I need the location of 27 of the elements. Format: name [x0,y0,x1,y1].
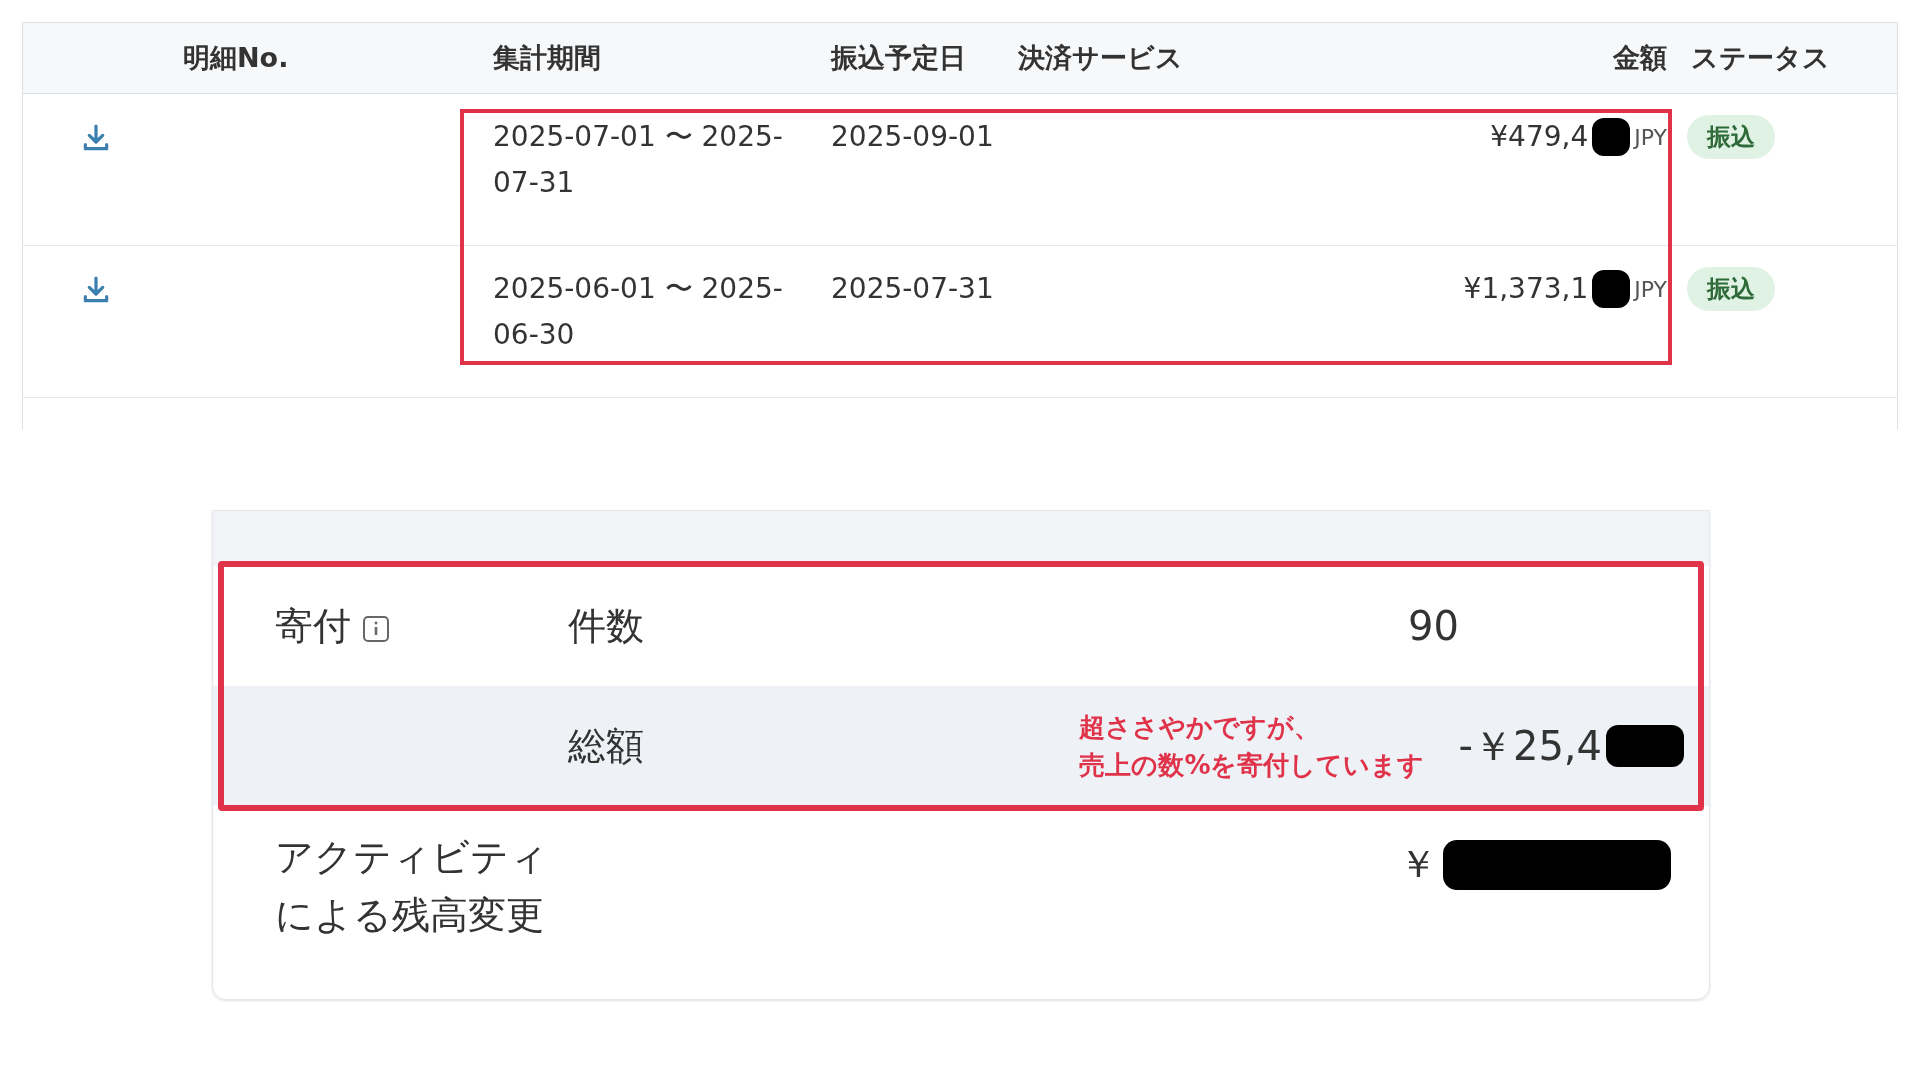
status-badge: 振込 [1687,267,1775,311]
row-label: 寄付 [275,602,351,650]
count-value: 90 [1407,602,1460,651]
total-value: -￥25,4 [1458,722,1602,771]
redaction-mark [1592,270,1631,308]
currency-label: JPY [1634,275,1667,304]
column-header: 振込予定日 [831,40,967,75]
period-cell-text: 2025-07-01 〜 2025- 07-31 [493,119,784,201]
currency-label: JPY [1634,123,1667,152]
period-cell-text: 2025-06-01 〜 2025- 06-30 [493,271,784,353]
column-header: 決済サービス [1018,40,1184,75]
column-header: ステータス [1691,40,1831,75]
row-label: アクティビティ による残高変更 [275,834,548,939]
redaction-mark [1592,118,1631,156]
status-badge: 振込 [1687,115,1775,159]
column-header: 金額 [1613,40,1668,75]
date-cell-text: 2025-07-31 [831,271,995,307]
annotation-text: 超ささやかですが、 売上の数%を寄付しています [1079,711,1425,782]
balance-value: ￥ [1399,841,1437,888]
field-label: 件数 [568,602,645,650]
column-header: 集計期間 [493,40,602,75]
column-header: 明細No. [182,40,290,75]
info-icon [363,616,389,642]
amount-cell-text: ¥479,4 [1490,119,1589,155]
field-label: 総額 [568,722,645,770]
date-cell-text: 2025-09-01 [831,119,995,155]
amount-cell-text: ¥1,373,1 [1463,271,1589,307]
